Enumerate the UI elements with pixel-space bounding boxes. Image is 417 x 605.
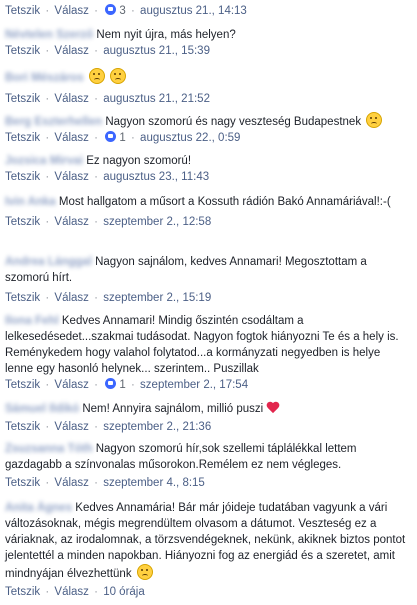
comment-timestamp[interactable]: szeptember 2., 17:54	[140, 379, 248, 391]
sad-face-emoji-icon	[136, 564, 153, 580]
reply-link[interactable]: Válasz	[54, 171, 89, 183]
comment-timestamp[interactable]: augusztus 22., 0:59	[140, 132, 240, 144]
comment-text: Nagyon szomorú és nagy veszteség Budapes…	[105, 116, 362, 128]
like-link[interactable]: Tetszik	[5, 171, 40, 183]
comment-timestamp[interactable]: szeptember 2., 15:19	[103, 292, 211, 304]
like-link[interactable]: Tetszik	[5, 379, 40, 391]
comment-author[interactable]: Ilona Fehl	[5, 315, 59, 327]
comment-actions: Tetszik · Válasz · 10 órája	[5, 586, 145, 598]
comment-body: Anita Ágnes Kedves Annamária! Bár már jó…	[0, 500, 417, 582]
like-link[interactable]: Tetszik	[5, 45, 40, 57]
comment-body: Jozsica Mirvai Ez nagyon szomorú!	[0, 153, 417, 169]
comment-author[interactable]: Bori Mészáros	[5, 72, 84, 84]
comment-timestamp[interactable]: augusztus 23., 11:43	[103, 171, 209, 183]
comment-timestamp[interactable]: szeptember 2., 21:36	[103, 421, 211, 433]
reply-link[interactable]: Válasz	[54, 132, 89, 144]
comment-item: Bori Mészáros Tetszik · Válasz · auguszt…	[0, 68, 417, 107]
comment-item: Tetszik · Válasz · 3 · augusztus 21., 14…	[0, 3, 417, 19]
comment-item: Névtelen Szerző Nem nyit újra, más helye…	[0, 27, 417, 59]
comment-actions: Tetszik · Válasz · szeptember 2., 15:19	[5, 292, 212, 304]
comment-author[interactable]: Andrea Lánggal	[5, 256, 92, 268]
heart-emoji-icon	[266, 402, 280, 414]
comment-actions: Tetszik · Válasz · augusztus 21., 15:39	[5, 45, 210, 57]
sad-face-emoji-icon	[366, 112, 383, 128]
comment-body: Sámuel Ildikó Nem! Annyira sajnálom, mil…	[0, 401, 417, 417]
comment-timestamp[interactable]: augusztus 21., 21:52	[103, 93, 210, 105]
crying-face-emoji-icon	[110, 68, 127, 84]
comment-body: Névtelen Szerző Nem nyit újra, más helye…	[0, 27, 417, 43]
comment-timestamp[interactable]: szeptember 4., 8:15	[103, 477, 205, 489]
comment-author[interactable]: Ivin Anka	[5, 196, 56, 208]
comment-text: Ez nagyon szomorú!	[86, 155, 192, 167]
comment-author[interactable]: Anita Ágnes	[5, 502, 72, 514]
reply-link[interactable]: Válasz	[54, 292, 89, 304]
reply-link[interactable]: Válasz	[54, 5, 89, 17]
comment-actions: Tetszik · Válasz · 3 · augusztus 21., 14…	[5, 4, 247, 17]
like-reaction-icon[interactable]	[105, 131, 117, 142]
like-reaction-icon[interactable]	[105, 378, 117, 389]
reply-link[interactable]: Válasz	[54, 93, 89, 105]
comment-text: Nem nyit újra, más helyen?	[96, 29, 236, 41]
comment-item: Anita Ágnes Kedves Annamária! Bár már jó…	[0, 500, 417, 600]
reply-link[interactable]: Válasz	[54, 586, 89, 598]
reply-link[interactable]: Válasz	[54, 216, 89, 228]
comment-actions: Tetszik · Válasz · augusztus 21., 21:52	[5, 93, 210, 105]
comment-text: Kedves Annamari! Mindig őszintén csodált…	[5, 315, 399, 375]
comment-body: Ilona Fehl Kedves Annamari! Mindig őszin…	[0, 313, 417, 377]
comment-timestamp[interactable]: augusztus 21., 15:39	[103, 45, 210, 57]
like-link[interactable]: Tetszik	[5, 586, 40, 598]
like-link[interactable]: Tetszik	[5, 421, 40, 433]
comment-item: Berg Eszterhellen Nagyon szomorú és nagy…	[0, 112, 417, 146]
like-count: 1	[119, 132, 126, 144]
sad-face-emoji-icon	[88, 68, 105, 84]
comment-feed: Tetszik · Válasz · 3 · augusztus 21., 14…	[0, 0, 417, 605]
comment-text: Most hallgatom a műsort a Kossuth rádión…	[58, 196, 391, 208]
reply-link[interactable]: Válasz	[54, 45, 89, 57]
comment-actions: Tetszik · Válasz · szeptember 2., 12:58	[5, 216, 212, 228]
comment-author[interactable]: Sámuel Ildikó	[5, 403, 79, 415]
comment-item: Ilona Fehl Kedves Annamari! Mindig őszin…	[0, 313, 417, 393]
comment-actions: Tetszik · Válasz · 1 · augusztus 22., 0:…	[5, 131, 241, 144]
like-link[interactable]: Tetszik	[5, 477, 40, 489]
comment-author[interactable]: Berg Eszterhellen	[5, 116, 102, 128]
comment-item: Ivin Anka Most hallgatom a műsort a Koss…	[0, 194, 417, 230]
comment-body: Ivin Anka Most hallgatom a műsort a Koss…	[0, 194, 417, 210]
reply-link[interactable]: Válasz	[54, 477, 89, 489]
comment-item: Zsuzsanna Tóth Nagyon szomorú hír,sok sz…	[0, 441, 417, 491]
comment-item: Andrea Lánggal Nagyon sajnálom, kedves A…	[0, 254, 417, 306]
like-count: 3	[119, 5, 126, 17]
like-reaction-icon[interactable]	[105, 4, 117, 15]
comment-item: Jozsica Mirvai Ez nagyon szomorú! Tetszi…	[0, 153, 417, 185]
reply-link[interactable]: Válasz	[54, 421, 89, 433]
like-link[interactable]: Tetszik	[5, 93, 40, 105]
comment-author[interactable]: Zsuzsanna Tóth	[5, 443, 93, 455]
comment-author[interactable]: Névtelen Szerző	[5, 29, 93, 41]
comment-timestamp[interactable]: augusztus 21., 14:13	[140, 5, 247, 17]
comment-actions: Tetszik · Válasz · 1 · szeptember 2., 17…	[5, 378, 249, 391]
comment-author[interactable]: Jozsica Mirvai	[5, 155, 83, 167]
comment-item: Sámuel Ildikó Nem! Annyira sajnálom, mil…	[0, 401, 417, 435]
like-count: 1	[119, 379, 126, 391]
like-link[interactable]: Tetszik	[5, 292, 40, 304]
comment-timestamp[interactable]: 10 órája	[103, 586, 145, 598]
comment-body: Berg Eszterhellen Nagyon szomorú és nagy…	[0, 112, 417, 130]
like-link[interactable]: Tetszik	[5, 132, 40, 144]
comment-body: Bori Mészáros	[0, 68, 417, 86]
comment-actions: Tetszik · Válasz · szeptember 2., 21:36	[5, 421, 212, 433]
comment-actions: Tetszik · Válasz · augusztus 23., 11:43	[5, 171, 210, 183]
like-link[interactable]: Tetszik	[5, 5, 40, 17]
comment-actions: Tetszik · Válasz · szeptember 4., 8:15	[5, 477, 205, 489]
comment-body: Zsuzsanna Tóth Nagyon szomorú hír,sok sz…	[0, 441, 417, 473]
like-link[interactable]: Tetszik	[5, 216, 40, 228]
comment-body: Andrea Lánggal Nagyon sajnálom, kedves A…	[0, 254, 417, 286]
reply-link[interactable]: Válasz	[54, 379, 89, 391]
comment-text: Nem! Annyira sajnálom, millió puszi	[82, 403, 264, 415]
comment-timestamp[interactable]: szeptember 2., 12:58	[103, 216, 211, 228]
